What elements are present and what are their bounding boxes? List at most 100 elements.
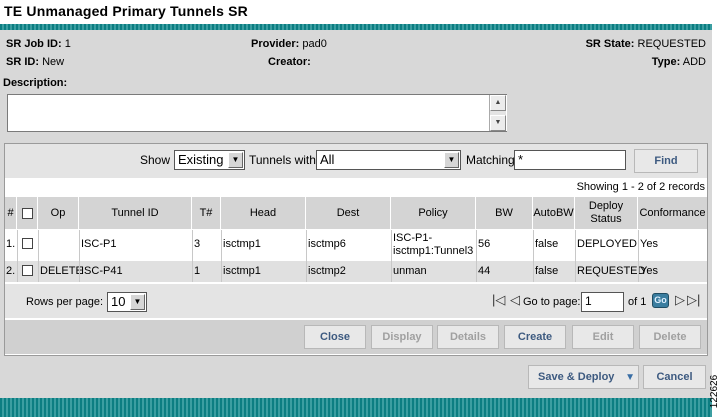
last-page-icon[interactable]: ▷|	[687, 292, 700, 308]
column-divider	[192, 230, 193, 282]
col-header-tnum[interactable]: T#	[192, 197, 221, 229]
tunnels-with-select-value: All	[320, 152, 335, 167]
sr-job-id: SR Job ID: 1	[6, 38, 71, 50]
scroll-down-icon[interactable]: ▼	[490, 115, 506, 131]
show-select[interactable]: Existing ▼	[174, 150, 245, 170]
col-header-policy[interactable]: Policy	[391, 197, 476, 229]
row-bw: 56	[478, 238, 491, 250]
display-button[interactable]: Display	[371, 325, 433, 349]
tunnels-with-select[interactable]: All ▼	[316, 150, 461, 170]
row-checkbox[interactable]	[22, 265, 33, 276]
col-header-num: #	[5, 197, 17, 229]
sr-id-label: SR ID:	[6, 56, 39, 68]
row-head: isctmp1	[223, 238, 261, 250]
title-bar: TE Unmanaged Primary Tunnels SR	[0, 0, 712, 24]
row-deploy-status: DEPLOYED	[577, 238, 637, 250]
sr-info-section: SR Job ID: 1 Provider: pad0 SR State: RE…	[0, 30, 712, 74]
chevron-down-icon[interactable]: ▼	[444, 152, 459, 168]
row-tnum: 3	[194, 238, 201, 250]
sr-job-id-label: SR Job ID:	[6, 38, 62, 50]
figure-number: 122626	[709, 370, 727, 417]
column-divider	[575, 230, 576, 282]
row-dest: isctmp2	[308, 265, 346, 277]
provider: Provider: pad0	[251, 38, 327, 50]
col-header-deploy-status[interactable]: Deploy Status	[575, 197, 638, 229]
records-count: Showing 1 - 2 of 2 records	[576, 181, 705, 193]
row-num: 2.	[6, 265, 16, 277]
rows-per-page-select[interactable]: 10 ▼	[107, 292, 147, 312]
column-divider	[476, 230, 477, 282]
rows-per-page-label: Rows per page:	[26, 296, 104, 308]
column-divider	[533, 230, 534, 282]
prev-page-icon[interactable]: ◁	[510, 292, 520, 308]
col-header-head[interactable]: Head	[221, 197, 306, 229]
next-page-icon[interactable]: ▷	[675, 292, 685, 308]
description-textarea[interactable]	[7, 94, 507, 132]
row-num: 1.	[6, 238, 16, 250]
sr-job-id-value: 1	[64, 38, 71, 50]
close-button[interactable]: Close	[304, 325, 366, 349]
row-deploy-status: REQUESTED	[577, 265, 646, 277]
row-op: DELETE	[40, 265, 83, 277]
col-header-op[interactable]: Op	[38, 197, 79, 229]
first-page-icon[interactable]: |◁	[492, 292, 505, 308]
type-label: Type:	[651, 56, 681, 68]
provider-value: pad0	[302, 38, 327, 50]
sr-id: SR ID: New	[6, 56, 64, 68]
row-policy-line2: isctmp1:Tunnel3	[393, 245, 474, 257]
save-deploy-button[interactable]: Save & Deploy ▼	[528, 365, 639, 389]
column-divider	[306, 230, 307, 282]
col-header-autobw[interactable]: AutoBW	[533, 197, 575, 229]
col-header-tunnel-id[interactable]: Tunnel ID	[79, 197, 192, 229]
page-number-input[interactable]: 1	[581, 292, 624, 312]
create-button[interactable]: Create	[504, 325, 566, 349]
cancel-button[interactable]: Cancel	[643, 365, 706, 389]
creator-label: Creator:	[268, 56, 311, 68]
figure-number-text: 122626	[709, 374, 721, 409]
go-to-page-label: Go to page:	[523, 296, 581, 308]
provider-label: Provider:	[251, 38, 300, 50]
scroll-up-icon[interactable]: ▲	[490, 95, 506, 111]
column-divider	[638, 230, 639, 282]
save-deploy-label: Save & Deploy	[538, 371, 615, 383]
show-select-value: Existing	[178, 152, 224, 167]
col-header-deploy-status-line1: Deploy	[588, 200, 624, 212]
row-autobw: false	[535, 265, 559, 277]
description-scrollbar[interactable]: ▲ ▼	[489, 95, 506, 131]
dropdown-arrow-icon[interactable]: ▼	[625, 367, 635, 389]
details-button[interactable]: Details	[437, 325, 499, 349]
col-header-deploy-status-line2: Status	[590, 213, 622, 225]
type: Type: ADD	[652, 56, 706, 68]
row-conformance: Yes	[640, 238, 658, 250]
row-autobw: false	[535, 238, 559, 250]
row-bw: 44	[478, 265, 491, 277]
matching-input[interactable]: *	[514, 150, 626, 170]
tunnels-with-label: Tunnels with	[249, 153, 316, 167]
description-label: Description:	[3, 77, 68, 89]
row-conformance: Yes	[640, 265, 658, 277]
find-button[interactable]: Find	[634, 149, 698, 173]
row-checkbox[interactable]	[22, 238, 33, 249]
column-divider	[79, 230, 80, 282]
row-policy: unman	[393, 265, 427, 277]
sr-state-value: REQUESTED	[637, 38, 706, 50]
col-header-bw[interactable]: BW	[476, 197, 533, 229]
row-head: isctmp1	[223, 265, 261, 277]
column-divider	[38, 230, 39, 282]
select-all-checkbox[interactable]	[21, 207, 33, 219]
column-divider	[391, 230, 392, 282]
sr-id-value: New	[42, 56, 65, 68]
rows-per-page-value: 10	[111, 294, 126, 309]
edit-button[interactable]: Edit	[572, 325, 634, 349]
delete-button[interactable]: Delete	[639, 325, 701, 349]
column-divider	[17, 230, 18, 282]
row-tunnel-id: ISC-P1	[81, 238, 117, 250]
show-label: Show	[140, 153, 171, 167]
sr-state: SR State: REQUESTED	[586, 38, 706, 50]
go-button[interactable]: Go	[652, 293, 669, 308]
chevron-down-icon[interactable]: ▼	[228, 152, 243, 168]
col-header-dest[interactable]: Dest	[306, 197, 391, 229]
row-dest: isctmp6	[308, 238, 346, 250]
col-header-conformance[interactable]: Conformance	[638, 197, 707, 229]
chevron-down-icon[interactable]: ▼	[130, 294, 145, 310]
